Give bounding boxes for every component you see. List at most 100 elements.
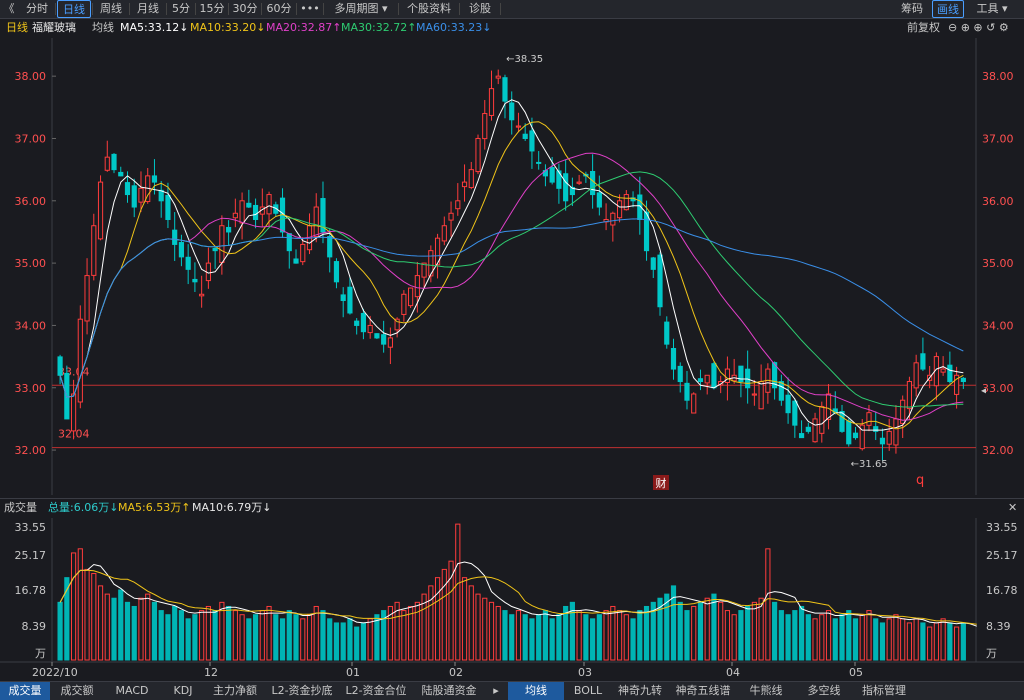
- candle-body: [947, 364, 953, 383]
- volume-bar: [697, 601, 704, 661]
- candle-body: [920, 353, 926, 370]
- candle-body: [138, 187, 144, 203]
- volume-bar: [590, 618, 596, 661]
- volume-bar: [327, 618, 333, 661]
- price-tick-left: 36.00: [15, 195, 47, 208]
- volume-bar: [401, 610, 407, 661]
- volume-bar: [70, 552, 77, 661]
- price-tick-right: 35.00: [982, 257, 1014, 270]
- volume-bar: [724, 610, 731, 661]
- candle-body: [670, 347, 677, 370]
- candle-body: [70, 393, 77, 432]
- candle-body: [414, 275, 420, 298]
- candle-body: [192, 278, 198, 283]
- candle-body: [293, 258, 299, 264]
- volume-bar: [111, 597, 117, 661]
- price-tick-right: 34.00: [982, 319, 1014, 332]
- volume-bar: [306, 614, 313, 661]
- volume-bar: [859, 614, 865, 661]
- time-label: 05: [849, 666, 863, 679]
- volume-bar: [455, 523, 461, 661]
- candle-body: [515, 125, 522, 128]
- volume-bar: [259, 610, 265, 661]
- price-tick-left: 37.00: [15, 132, 47, 145]
- candle-body: [475, 137, 481, 173]
- candle-body: [165, 194, 171, 220]
- high-annotation: ←38.35: [506, 54, 543, 65]
- volume-bar: [448, 560, 454, 661]
- volume-tick-right: 16.78: [986, 584, 1018, 597]
- candle-body: [778, 381, 784, 401]
- kline-chart[interactable]: 38.00 38.00 37.00 37.00 36.00 36.00 35.00 35.00…: [0, 0, 1024, 699]
- volume-bar: [124, 601, 131, 661]
- volume-bar: [354, 626, 360, 661]
- ma20-line: [59, 152, 964, 421]
- volume-bar: [596, 614, 602, 661]
- volume-bar: [832, 618, 838, 661]
- volume-bar: [873, 618, 879, 661]
- candle-body: [381, 334, 387, 345]
- volume-bar: [279, 618, 286, 661]
- ma10-line: [59, 121, 964, 430]
- volume-bar: [556, 614, 562, 661]
- volume-bar: [778, 610, 784, 661]
- volume-bar: [468, 585, 474, 661]
- volume-bar: [286, 610, 292, 661]
- candle-body: [97, 181, 104, 240]
- candle-body: [839, 411, 845, 432]
- volume-bar: [239, 614, 245, 661]
- candle-body: [239, 200, 245, 224]
- candle-body: [495, 75, 501, 79]
- candle-body: [805, 426, 811, 432]
- candle-body: [212, 247, 218, 252]
- time-label: 03: [578, 666, 592, 679]
- volume-bar: [185, 618, 191, 661]
- candle-body: [596, 192, 602, 208]
- volume-bar: [563, 605, 569, 661]
- candle-body: [327, 236, 333, 258]
- candle-body: [643, 211, 650, 252]
- volume-bar: [522, 614, 528, 661]
- low-annotation: ←31.65: [851, 459, 888, 470]
- volume-tick-left: 25.17: [15, 549, 47, 562]
- volume-bar: [866, 610, 872, 661]
- candle-body: [401, 293, 407, 315]
- volume-bar: [77, 548, 83, 661]
- price-tick-right: 32.00: [982, 444, 1014, 457]
- volume-bar: [232, 610, 238, 661]
- volume-bar: [434, 577, 441, 661]
- volume-tick-right: 万: [986, 647, 997, 660]
- volume-bar: [825, 610, 832, 661]
- volume-bar: [199, 610, 205, 661]
- ma5-line: [59, 99, 964, 431]
- volume-bar: [84, 568, 90, 661]
- volume-bar: [347, 618, 353, 661]
- candle-body: [960, 377, 966, 383]
- candle-body: [151, 175, 158, 183]
- price-tick-right: 36.00: [982, 195, 1014, 208]
- candle-body: [792, 400, 798, 426]
- price-pointer-icon: ◂: [981, 385, 986, 396]
- volume-bar: [792, 610, 798, 661]
- volume-bar: [488, 601, 495, 661]
- volume-bar: [745, 605, 751, 661]
- volume-bar: [529, 618, 535, 661]
- ma30-line: [59, 171, 964, 408]
- volume-bar: [205, 605, 211, 661]
- volume-bar: [57, 601, 63, 661]
- price-tick-right: 33.00: [982, 382, 1014, 395]
- candle-body: [77, 318, 83, 403]
- candle-body: [226, 226, 232, 233]
- volume-bar: [772, 601, 778, 661]
- volume-bar: [542, 610, 549, 661]
- candle-body: [873, 426, 879, 432]
- volume-bar: [852, 618, 859, 661]
- candle-body: [798, 433, 805, 439]
- volume-bar: [765, 548, 771, 661]
- volume-bar: [441, 568, 447, 661]
- volume-bar: [940, 618, 946, 661]
- candle-body: [549, 167, 555, 183]
- candle-body: [300, 243, 306, 263]
- volume-bar: [751, 601, 757, 661]
- volume-tick-right: 33.55: [986, 521, 1018, 534]
